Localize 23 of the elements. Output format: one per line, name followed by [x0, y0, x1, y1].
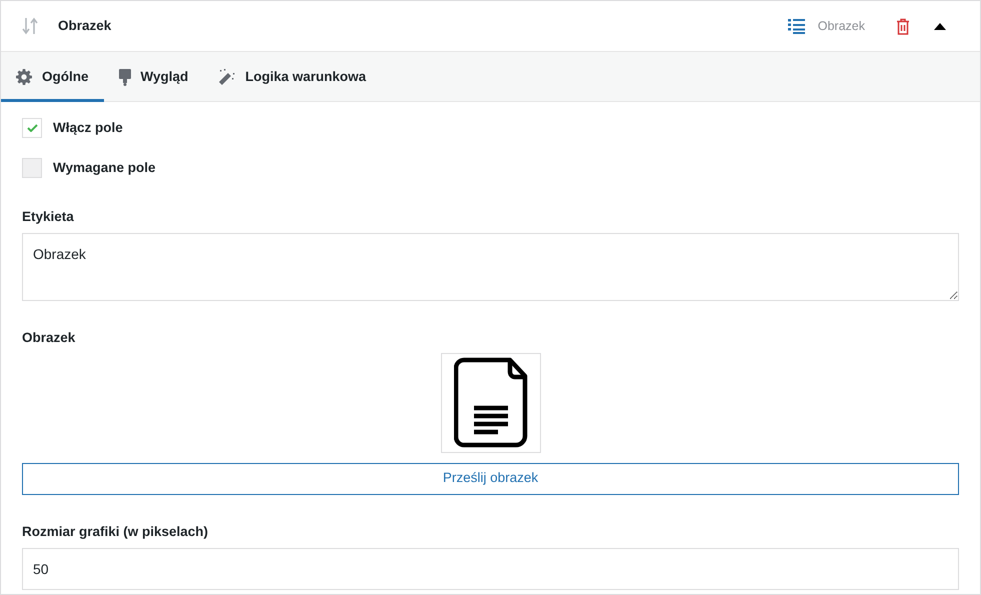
tab[interactable]: Ogólne	[1, 52, 104, 102]
magic-wand-icon	[218, 68, 236, 86]
checkbox[interactable]	[22, 158, 42, 178]
size-input[interactable]: 50	[22, 548, 959, 590]
sort-icon[interactable]	[22, 16, 38, 36]
field-type-label: Obrazek	[818, 18, 865, 35]
field-label: Etykieta	[22, 208, 75, 226]
trash-icon[interactable]	[896, 18, 910, 34]
checkbox[interactable]	[22, 118, 42, 138]
tab[interactable]: Wygląd	[104, 52, 204, 102]
field-title: Obrazek	[58, 16, 112, 35]
list-icon	[788, 18, 805, 34]
brush-icon	[118, 68, 130, 86]
field-label: Rozmiar grafiki (w pikselach)	[22, 522, 210, 541]
document-icon	[454, 356, 528, 448]
checkbox-label: Włącz pole	[53, 118, 123, 137]
gear-icon	[16, 69, 32, 85]
label-textarea[interactable]: Obrazek	[22, 233, 959, 302]
field-label: Obrazek	[22, 329, 76, 348]
checkmark-icon	[26, 124, 38, 132]
tab[interactable]: Logika warunkowa	[203, 52, 382, 102]
checkbox-label: Wymagane pole	[53, 158, 156, 177]
upload-button[interactable]: Prześlij obrazek	[22, 462, 959, 494]
